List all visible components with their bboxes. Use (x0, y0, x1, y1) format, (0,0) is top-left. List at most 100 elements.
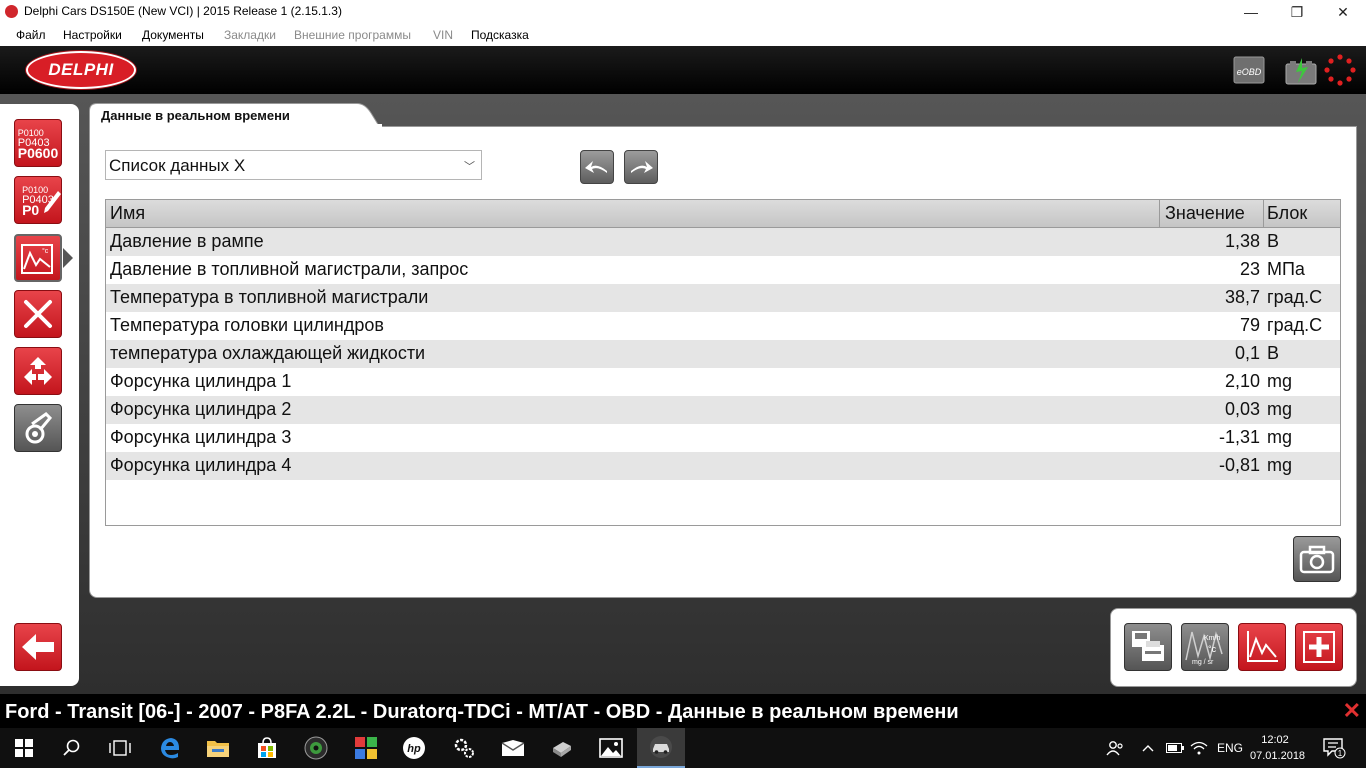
clear-fault-codes-button[interactable]: P0100 P0403 P0 (14, 176, 62, 224)
taskbar-app-paint[interactable] (342, 728, 390, 768)
live-data-button[interactable]: °c (14, 234, 62, 282)
previous-list-button[interactable] (580, 150, 614, 184)
taskbar-store[interactable] (243, 728, 291, 768)
column-header-value[interactable]: Значение (1165, 203, 1245, 225)
task-view-button[interactable] (96, 728, 144, 768)
taskbar-app-device[interactable] (538, 728, 586, 768)
taskbar-edge[interactable] (146, 728, 194, 768)
dropdown-value: Список данных X (109, 156, 246, 175)
taskbar-mail[interactable] (489, 728, 537, 768)
printer-icon (1132, 631, 1164, 661)
car-icon (650, 736, 672, 758)
add-data-icon (1303, 631, 1335, 663)
table-row[interactable]: Давление в топливной магистрали, запрос … (106, 256, 1340, 284)
cell-name: Форсунка цилиндра 1 (110, 371, 292, 391)
table-row[interactable]: Форсунка цилиндра 2 0,03 mg (106, 396, 1340, 424)
store-icon (258, 737, 276, 758)
cell-name: Давление в рампе (110, 231, 264, 251)
cell-unit: В (1267, 343, 1280, 363)
exit-icon[interactable]: ✕ (1343, 698, 1361, 724)
taskbar-hp[interactable]: hp (390, 728, 438, 768)
menu-documents[interactable]: Документы (142, 28, 204, 42)
cell-name: Форсунка цилиндра 2 (110, 399, 292, 419)
vehicle-status-bar: Ford - Transit [06-] - 2007 - P8FA 2.2L … (0, 694, 1366, 728)
graph-icon (1247, 631, 1278, 662)
left-toolbar: P0100 P0403 P0600 P0100 P0403 P0 °c (0, 104, 79, 686)
next-list-button[interactable] (624, 150, 658, 184)
language-indicator[interactable]: ENG (1217, 728, 1243, 768)
start-button[interactable] (0, 728, 48, 768)
search-icon (63, 739, 80, 756)
menu-bookmarks[interactable]: Закладки (224, 28, 276, 42)
gear-icon (454, 738, 474, 758)
snapshot-button[interactable] (1293, 536, 1341, 582)
battery-icon[interactable] (1166, 728, 1184, 768)
minimize-button[interactable]: — (1228, 0, 1274, 24)
eobd-icon[interactable]: eOBD (1233, 56, 1265, 89)
webcam-icon (304, 736, 328, 760)
paint-icon (355, 737, 377, 759)
svg-text:eOBD: eOBD (1237, 67, 1262, 77)
dtc-read-icon: P0100 P0403 P0600 (18, 128, 58, 160)
table-row[interactable]: Форсунка цилиндра 4 -0,81 mg (106, 452, 1340, 480)
chevron-up-icon[interactable] (1142, 728, 1154, 768)
units-icon: Km/h °c mg / sr (1185, 631, 1223, 666)
units-toggle-button[interactable]: Km/h °c mg / sr (1181, 623, 1229, 671)
data-list-dropdown[interactable]: Список данных X ﹀ (105, 150, 482, 180)
redo-arrow-icon (631, 161, 653, 173)
tab-label: Данные в реальном времени (101, 108, 290, 123)
back-arrow-icon (22, 634, 54, 660)
graph-view-button[interactable] (1238, 623, 1286, 671)
taskbar-settings[interactable] (440, 728, 488, 768)
table-row[interactable]: Давление в рампе 1,38 В (106, 228, 1340, 256)
menu-external-programs[interactable]: Внешние программы (294, 28, 411, 42)
close-button[interactable]: ✕ (1320, 0, 1366, 24)
cell-unit: град.С (1267, 315, 1323, 335)
active-indicator-arrow (63, 248, 73, 268)
cell-value: 1,38 (1224, 231, 1260, 251)
cell-unit: град.С (1267, 287, 1323, 307)
column-separator[interactable] (1263, 200, 1264, 227)
cell-value: 2,10 (1224, 371, 1260, 391)
table-row[interactable]: Форсунка цилиндра 1 2,10 mg (106, 368, 1340, 396)
menu-file[interactable]: Файл (16, 28, 46, 42)
component-check-button[interactable] (14, 404, 62, 452)
hp-icon: hp (403, 737, 425, 759)
maximize-button[interactable]: ❐ (1274, 0, 1320, 24)
windows-taskbar: hp ENG 12:02 07.01.2018 1 (0, 728, 1366, 768)
task-view-icon (109, 740, 131, 756)
notifications-button[interactable]: 1 (1322, 728, 1346, 768)
menu-settings[interactable]: Настройки (63, 28, 122, 42)
cell-unit: mg (1267, 455, 1293, 475)
windows-icon (15, 739, 33, 757)
taskbar-app-camera[interactable] (292, 728, 340, 768)
read-fault-codes-button[interactable]: P0100 P0403 P0600 (14, 119, 62, 167)
back-button[interactable] (14, 623, 62, 671)
taskbar-clock[interactable]: 12:02 07.01.2018 (1250, 732, 1306, 764)
taskbar-delphi[interactable] (637, 728, 685, 768)
wifi-icon[interactable] (1190, 728, 1208, 768)
print-save-button[interactable] (1124, 623, 1172, 671)
svg-text:hp: hp (407, 743, 421, 755)
clock-date: 07.01.2018 (1250, 750, 1306, 762)
column-separator[interactable] (1159, 200, 1160, 227)
table-row[interactable]: Форсунка цилиндра 3 -1,31 mg (106, 424, 1340, 452)
table-row[interactable]: Температура в топливной магистрали 38,7 … (106, 284, 1340, 312)
taskbar-photos[interactable] (587, 728, 635, 768)
menu-help[interactable]: Подсказка (471, 28, 529, 42)
activation-test-button[interactable] (14, 347, 62, 395)
cell-value: -1,31 (1218, 427, 1260, 447)
search-button[interactable] (48, 728, 96, 768)
taskbar-file-explorer[interactable] (194, 728, 242, 768)
menu-vin[interactable]: VIN (433, 28, 453, 42)
add-parameter-button[interactable] (1295, 623, 1343, 671)
notification-icon: 1 (1323, 738, 1346, 759)
column-header-unit[interactable]: Блок (1267, 203, 1307, 225)
people-icon[interactable] (1106, 728, 1124, 768)
svg-text:1: 1 (1338, 749, 1343, 758)
service-functions-button[interactable] (14, 290, 62, 338)
table-row[interactable]: Температура головки цилиндров 79 град.С (106, 312, 1340, 340)
tab-joint (90, 124, 382, 130)
table-row[interactable]: температура охлаждающей жидкости 0,1 В (106, 340, 1340, 368)
column-header-name[interactable]: Имя (110, 203, 145, 225)
